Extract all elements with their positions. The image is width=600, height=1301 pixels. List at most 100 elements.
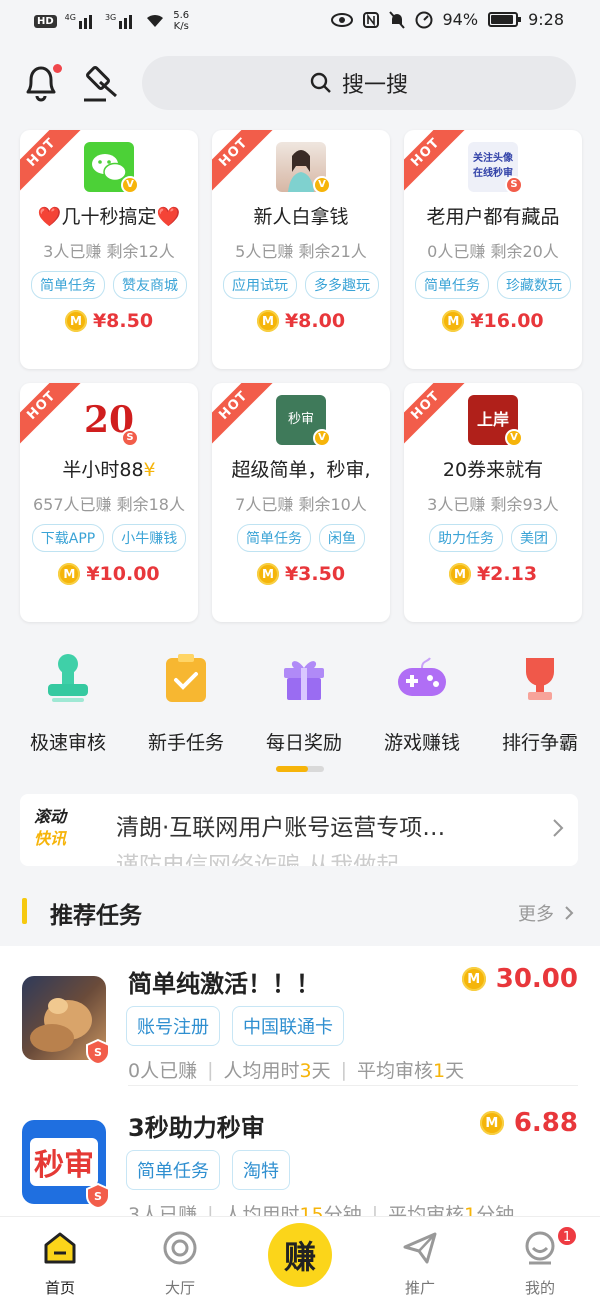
hot-ribbon: HOT xyxy=(404,130,468,195)
task-name: 简单纯激活！！！ xyxy=(128,970,320,998)
card-tag: 美团 xyxy=(511,524,557,552)
action-daily-reward[interactable]: 每日奖励 xyxy=(244,650,364,755)
nav-label: 大厅 xyxy=(164,1279,195,1297)
card-price: M ¥3.50 xyxy=(212,563,390,585)
task-meta: 0人已赚 | 人均用时3天 | 平均审核1天 xyxy=(128,1058,465,1083)
coin-icon: M xyxy=(256,563,279,585)
coin-icon: M xyxy=(256,310,279,332)
action-newbie-tasks[interactable]: 新手任务 xyxy=(126,650,246,755)
card-stats: 7人已赚 剩余10人 xyxy=(235,495,367,514)
card-tags: 下载APP 小牛赚钱 xyxy=(20,524,198,552)
card-title: 20券来就有 xyxy=(442,459,544,481)
recommended-list: S 简单纯激活！！！ M 30.00 账号注册 中国联通卡 0人已赚 | 人均用时3… xyxy=(0,946,600,1246)
notification-count-badge: 1 xyxy=(556,1225,578,1247)
action-label: 排行争霸 xyxy=(501,732,578,754)
task-tags: 简单任务 淘特 xyxy=(126,1150,290,1190)
status-left: HD 4G 3G 5.6 K/s xyxy=(34,10,189,32)
action-label: 每日奖励 xyxy=(265,732,342,754)
section-title: 推荐任务 xyxy=(50,903,142,929)
card-stats: 657人已赚 剩余18人 xyxy=(33,495,185,514)
task-card[interactable]: HOT 20 S 半小时88¥ 657人已赚 剩余18人 下载APP 小牛赚钱 … xyxy=(20,383,198,622)
nav-label: 首页 xyxy=(44,1279,75,1297)
task-card[interactable]: HOT 秒审 V 超级简单，秒审, 7人已赚 剩余10人 简单任务 闲鱼 M ¥3… xyxy=(212,383,390,622)
card-tag: 多多趣玩 xyxy=(305,271,379,299)
card-title: 超级简单，秒审, xyxy=(231,459,371,481)
signal-icon-2: 3G xyxy=(105,13,137,29)
hot-ribbon: HOT xyxy=(212,130,276,195)
search-icon xyxy=(310,72,331,93)
clipboard-check-icon xyxy=(166,654,206,702)
card-price: M ¥16.00 xyxy=(404,310,582,332)
task-tag: 淘特 xyxy=(232,1150,290,1190)
task-card[interactable]: HOT 上岸 V 20券来就有 3人已赚 剩余93人 助力任务 美团 M ¥2.1… xyxy=(404,383,582,622)
divider xyxy=(128,1085,578,1086)
nfc-icon xyxy=(362,11,379,28)
hot-ribbon: HOT xyxy=(20,383,84,448)
stamp-icon xyxy=(48,654,88,702)
coin-icon: M xyxy=(479,1111,504,1135)
card-tag: 应用试玩 xyxy=(223,271,297,299)
notification-dot xyxy=(53,64,62,73)
status-bar: HD 4G 3G 5.6 K/s 94% 9:28 xyxy=(0,0,600,44)
action-game-earn[interactable]: 游戏赚钱 xyxy=(362,650,482,755)
card-tag: 珍藏数玩 xyxy=(497,271,571,299)
verified-badge: V xyxy=(121,176,139,194)
hot-task-grid: HOT V ❤️几十秒搞定❤️ 3人已赚 剩余12人 简单任务 赞友商城 M ¥8… xyxy=(20,130,582,622)
wifi-icon xyxy=(147,14,164,27)
task-card[interactable]: HOT 关注头像 在线秒审 S 老用户都有藏品 0人已赚 剩余20人 简单任务 … xyxy=(404,130,582,369)
task-card[interactable]: HOT V 新人白拿钱 5人已赚 剩余21人 应用试玩 多多趣玩 M ¥8.00 xyxy=(212,130,390,369)
chevron-right-icon xyxy=(553,819,564,837)
task-name: 3秒助力秒审 xyxy=(128,1114,265,1142)
section-accent-bar xyxy=(22,898,27,924)
card-tag: 赞友商城 xyxy=(113,271,187,299)
action-label: 新手任务 xyxy=(147,732,224,754)
signal-icon: 4G xyxy=(65,13,97,29)
task-card[interactable]: HOT V ❤️几十秒搞定❤️ 3人已赚 剩余12人 简单任务 赞友商城 M ¥8… xyxy=(20,130,198,369)
gift-icon xyxy=(284,661,324,700)
nav-label: 我的 xyxy=(524,1279,555,1297)
verified-badge: V xyxy=(313,429,331,447)
card-tag: 简单任务 xyxy=(31,271,105,299)
quick-actions: 极速审核 新手任务 每日奖励 游戏赚钱 排行争霸 xyxy=(0,650,600,760)
nav-home[interactable]: 首页 xyxy=(20,1229,100,1298)
list-item[interactable]: 秒审 S 3秒助力秒审 M 6.88 简单任务 淘特 3人已赚 | 人均用时15分钟… xyxy=(0,1090,600,1230)
gavel-icon xyxy=(84,66,117,102)
coin-icon: M xyxy=(448,563,471,585)
gamepad-icon xyxy=(398,657,446,696)
news-ticker[interactable]: 滚动 快讯 清朗·互联网用户账号运营专项… 谨防电信网络诈骗 从我做起 xyxy=(20,794,578,866)
card-stats: 3人已赚 剩余12人 xyxy=(43,242,175,261)
card-tag: 闲鱼 xyxy=(319,524,365,552)
card-price: M ¥2.13 xyxy=(404,563,582,585)
more-link[interactable]: 更多 xyxy=(518,900,574,926)
home-icon xyxy=(44,1232,76,1264)
action-fast-review[interactable]: 极速审核 xyxy=(8,650,128,755)
verified-badge: S xyxy=(121,429,139,447)
nav-hall[interactable]: 大厅 xyxy=(140,1229,220,1298)
eye-icon xyxy=(330,12,353,27)
card-price: M ¥10.00 xyxy=(20,563,198,585)
paper-plane-icon xyxy=(403,1232,437,1264)
auction-button[interactable] xyxy=(80,62,122,104)
card-price: M ¥8.00 xyxy=(212,310,390,332)
earn-button[interactable]: 赚 xyxy=(268,1223,332,1287)
search-bar[interactable]: 搜一搜 xyxy=(142,56,576,110)
list-item[interactable]: S 简单纯激活！！！ M 30.00 账号注册 中国联通卡 0人已赚 | 人均用时3… xyxy=(0,946,600,1086)
card-title: 老用户都有藏品 xyxy=(426,206,560,228)
shield-badge-icon: S xyxy=(86,1182,110,1210)
trophy-icon xyxy=(526,658,554,700)
card-tags: 简单任务 珍藏数玩 xyxy=(404,271,582,299)
network-speed: 5.6 K/s xyxy=(173,10,190,32)
coin-icon: M xyxy=(58,563,81,585)
svg-text:S: S xyxy=(94,1046,102,1059)
action-ranking[interactable]: 排行争霸 xyxy=(480,650,600,755)
mute-bell-icon xyxy=(388,10,405,29)
action-label: 极速审核 xyxy=(29,732,106,754)
coin-icon: M xyxy=(461,967,486,991)
task-reward: M 6.88 xyxy=(479,1108,578,1138)
nav-promote[interactable]: 推广 xyxy=(380,1229,460,1298)
card-tag: 助力任务 xyxy=(429,524,503,552)
battery-percent: 94% xyxy=(442,10,479,29)
notification-button[interactable] xyxy=(22,62,62,102)
chevron-right-icon xyxy=(565,906,574,920)
coin-icon: M xyxy=(442,310,465,332)
